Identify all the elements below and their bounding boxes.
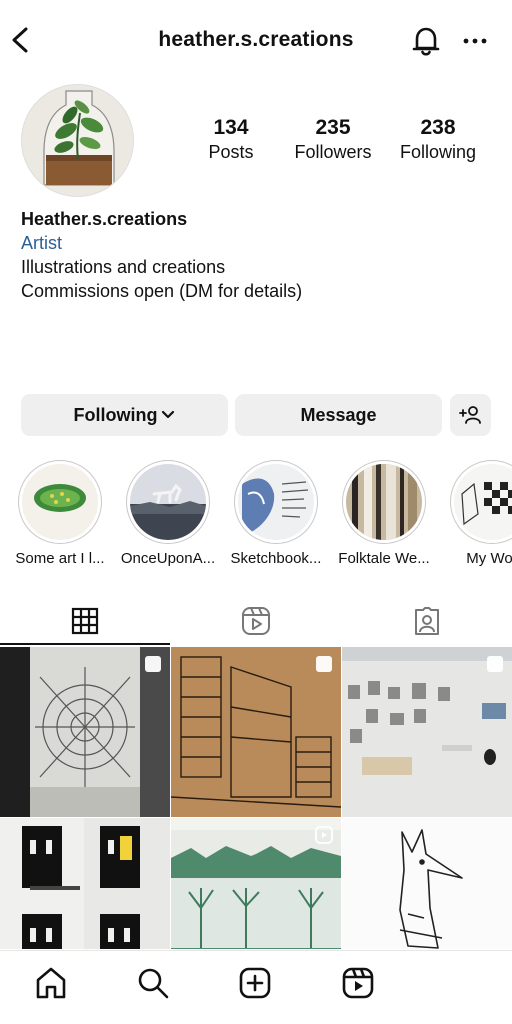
highlight-item[interactable]: Some art I l... <box>4 460 116 568</box>
reels-icon <box>342 967 374 999</box>
reels-post-icon <box>315 826 333 844</box>
post-thumbnail[interactable] <box>342 647 512 817</box>
following-stat[interactable]: 238 Following <box>383 116 493 164</box>
bio-line-2: Commissions open (DM for details) <box>21 281 303 301</box>
nav-search[interactable] <box>135 965 171 1001</box>
search-icon <box>138 968 169 999</box>
posts-count: 134 <box>213 116 249 139</box>
followers-count: 235 <box>315 116 351 139</box>
active-tab-indicator <box>0 643 170 645</box>
multiple-posts-icon <box>145 656 161 672</box>
highlight-item[interactable]: OnceUponA... <box>112 460 224 568</box>
highlight-thumbnail <box>22 464 98 540</box>
profile-tabs <box>0 598 512 646</box>
message-button-label: Message <box>300 404 377 425</box>
more-horizontal-icon[interactable] <box>460 30 490 52</box>
story-highlights: Some art I l... OnceUponA... Sketchbook.… <box>0 460 512 580</box>
posts-label: Posts <box>208 142 254 162</box>
post-thumbnail[interactable] <box>0 647 170 817</box>
grid-icon <box>71 607 99 635</box>
display-name: Heather.s.creations <box>21 209 188 229</box>
home-icon <box>36 967 66 999</box>
highlight-ring <box>342 460 426 544</box>
highlight-ring <box>234 460 318 544</box>
reels-icon <box>242 607 270 635</box>
highlight-label: My Wor <box>466 550 512 567</box>
multiple-posts-icon <box>487 656 503 672</box>
highlight-ring <box>126 460 210 544</box>
chevron-down-icon <box>162 410 175 419</box>
post-grid <box>0 647 512 949</box>
highlight-thumbnail <box>238 464 314 540</box>
bottom-navigation <box>0 950 512 1024</box>
highlight-item[interactable]: Folktale We... <box>328 460 440 568</box>
highlight-thumbnail <box>346 464 422 540</box>
multiple-posts-icon <box>316 656 332 672</box>
nav-reels[interactable] <box>340 965 376 1001</box>
post-thumbnail[interactable] <box>171 818 341 949</box>
following-count: 238 <box>420 116 456 139</box>
create-icon <box>239 967 271 999</box>
following-button[interactable]: Following <box>21 394 228 436</box>
highlight-label: Folktale We... <box>338 550 430 567</box>
following-label: Following <box>399 142 477 162</box>
profile-avatar[interactable] <box>21 84 134 197</box>
highlight-thumbnail <box>454 464 512 540</box>
following-button-label: Following <box>73 404 158 425</box>
highlight-label: OnceUponA... <box>120 550 216 567</box>
add-user-button[interactable] <box>450 394 491 436</box>
highlight-ring <box>450 460 512 544</box>
nav-home[interactable] <box>33 965 69 1001</box>
profile-stats: 134 Posts 235 Followers 238 Following <box>176 116 496 166</box>
top-bar: heather.s.creations <box>0 0 512 84</box>
highlight-thumbnail <box>130 464 206 540</box>
posts-stat[interactable]: 134 Posts <box>176 116 286 164</box>
add-user-icon <box>458 406 481 424</box>
highlight-item[interactable]: Sketchbook... <box>220 460 332 568</box>
bell-icon[interactable] <box>410 24 442 58</box>
followers-stat[interactable]: 235 Followers <box>278 116 388 164</box>
bio-line-1: Illustrations and creations <box>21 257 226 277</box>
highlight-ring <box>18 460 102 544</box>
nav-create[interactable] <box>237 965 273 1001</box>
tab-tagged[interactable] <box>342 598 512 644</box>
highlight-item[interactable]: My Wor <box>436 460 512 568</box>
profile-actions: Following Message <box>21 394 491 436</box>
tagged-icon <box>415 607 439 635</box>
followers-label: Followers <box>294 142 372 162</box>
post-thumbnail[interactable] <box>171 647 341 817</box>
category-label: Artist <box>21 233 63 253</box>
post-thumbnail[interactable] <box>342 818 512 949</box>
post-thumbnail[interactable] <box>0 818 170 949</box>
message-button[interactable]: Message <box>235 394 442 436</box>
tab-grid[interactable] <box>0 598 170 644</box>
highlight-label: Sketchbook... <box>230 550 322 567</box>
tab-reels[interactable] <box>171 598 341 644</box>
profile-bio: Heather.s.creations Artist Illustrations… <box>21 207 491 303</box>
highlight-label: Some art I l... <box>15 550 105 567</box>
